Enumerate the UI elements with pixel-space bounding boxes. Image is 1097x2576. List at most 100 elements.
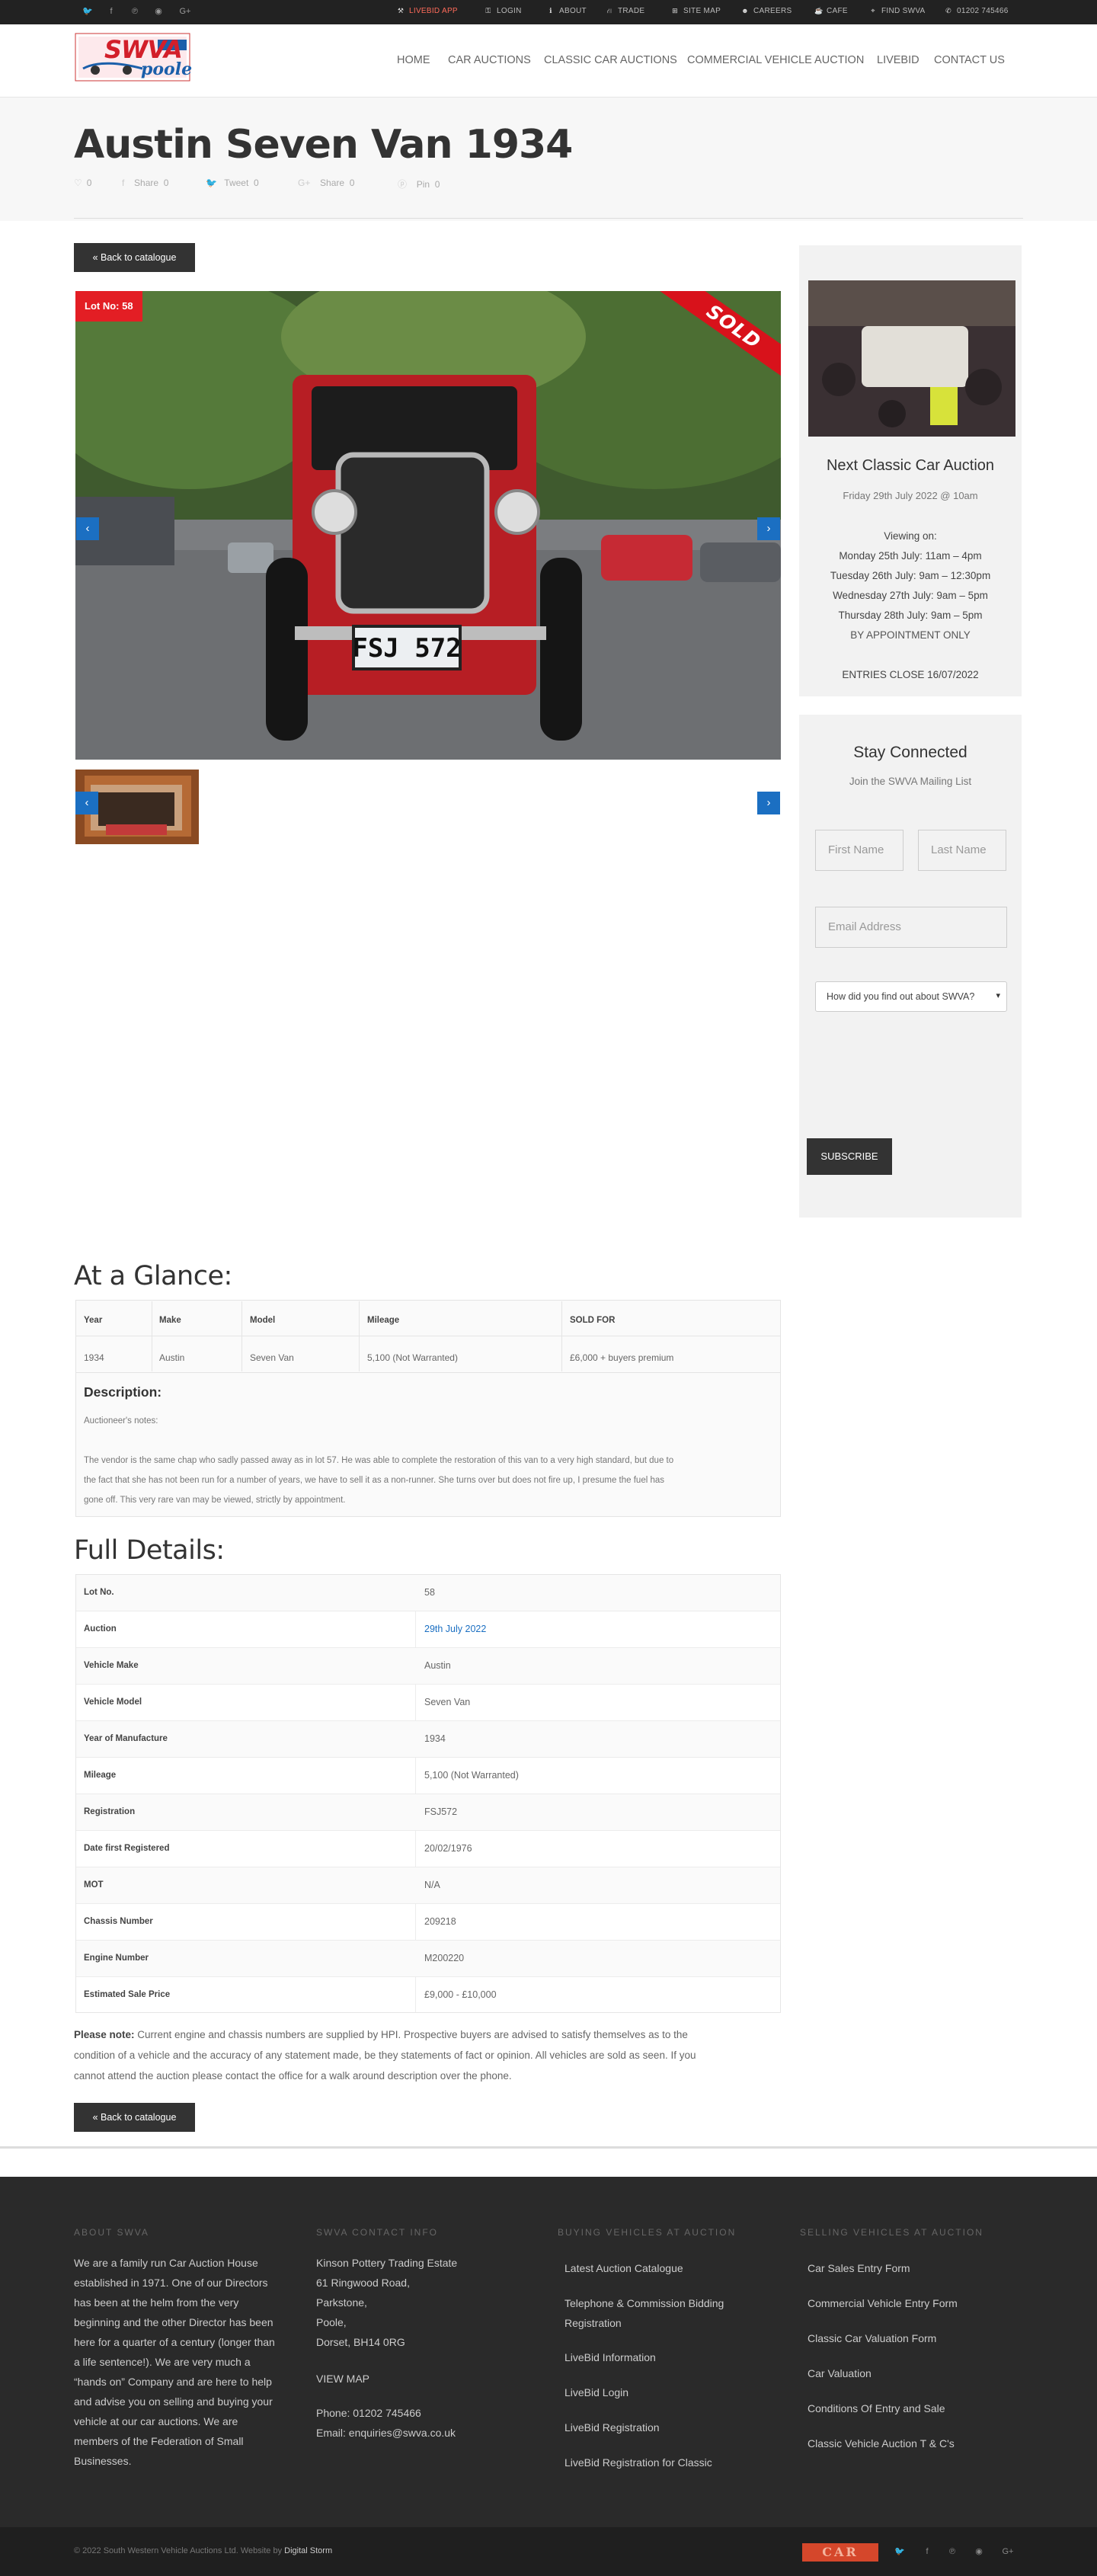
detail-key: Auction xyxy=(84,1624,117,1634)
about-line: vehicle at our car auctions. We are xyxy=(74,2415,238,2427)
footer-buying-title: BUYING VEHICLES AT AUCTION xyxy=(558,2227,737,2238)
top-link-phone[interactable]: ✆ 01202 745466 xyxy=(945,7,1009,15)
subscribe-button[interactable]: SUBSCRIBE xyxy=(807,1138,892,1175)
footer-bottom-bar: © 2022 South Western Vehicle Auctions Lt… xyxy=(0,2527,1097,2576)
table-row: MOT N/A xyxy=(76,1867,780,1904)
about-line: “hands on” Company and are here to help xyxy=(74,2376,272,2388)
detail-key: Chassis Number xyxy=(84,1917,153,1926)
top-link-careers[interactable]: ☻ CAREERS xyxy=(741,7,792,15)
detail-key: Mileage xyxy=(84,1771,117,1780)
nav-livebid[interactable]: LIVEBID xyxy=(877,54,919,66)
back-to-catalogue-button-bottom[interactable]: « Back to catalogue xyxy=(74,2103,195,2132)
registration-plate: FSJ 572 xyxy=(352,633,461,664)
footer-link-commercial-entry[interactable]: Commercial Vehicle Entry Form xyxy=(808,2297,958,2309)
nav-classic-car-auctions[interactable]: CLASSIC CAR AUCTIONS xyxy=(544,54,677,66)
thumbnails-prev-button[interactable]: ‹ xyxy=(75,792,98,814)
googleplus-icon[interactable]: G+ xyxy=(1000,2546,1015,2557)
entries-close: ENTRIES CLOSE 16/07/2022 xyxy=(842,669,979,680)
about-line: Businesses. xyxy=(74,2455,132,2467)
footer-link-telephone-bidding[interactable]: Telephone & Commission Bidding xyxy=(564,2297,724,2309)
table-row: Chassis Number 209218 xyxy=(76,1904,780,1941)
tweet-button[interactable]: 🐦 Tweet 0 xyxy=(206,178,259,188)
glance-header-mileage: Mileage xyxy=(367,1316,400,1325)
top-link-trade[interactable]: ⛙ TRADE xyxy=(606,7,644,15)
footer-link-livebid-info[interactable]: LiveBid Information xyxy=(564,2351,656,2363)
first-name-input[interactable]: First Name xyxy=(815,830,904,871)
gallery-next-button[interactable]: › xyxy=(757,517,780,540)
site-footer: ABOUT SWVA We are a family run Car Aucti… xyxy=(0,2177,1097,2536)
top-link-site-map[interactable]: ⊞ SITE MAP xyxy=(671,7,721,15)
stay-connected-subtitle: Join the SWVA Mailing List xyxy=(849,776,972,787)
viewing-day: Wednesday 27th July: 9am – 5pm xyxy=(833,590,988,601)
address-line: Poole, xyxy=(316,2316,347,2328)
footer-link-latest-catalogue[interactable]: Latest Auction Catalogue xyxy=(564,2262,683,2274)
like-button[interactable]: ♡ 0 xyxy=(74,178,91,188)
glance-header-make: Make xyxy=(159,1316,181,1325)
table-row: Vehicle Make Austin xyxy=(76,1648,780,1685)
auction-date-link[interactable]: 29th July 2022 xyxy=(424,1624,486,1634)
at-a-glance-heading: At a Glance: xyxy=(74,1261,232,1291)
vehicle-image-gallery[interactable]: FSJ 572 SOLD Lot No: 58 ‹ › xyxy=(75,291,781,760)
back-to-catalogue-button[interactable]: « Back to catalogue xyxy=(74,243,195,272)
view-map-link[interactable]: VIEW MAP xyxy=(316,2373,369,2385)
rss-icon[interactable]: ◉ xyxy=(974,2546,984,2557)
top-link-cafe[interactable]: ☕ CAFE xyxy=(814,7,848,15)
twitter-icon[interactable]: 🐦 xyxy=(894,2546,905,2557)
facebook-icon[interactable]: f xyxy=(922,2546,932,2557)
twitter-icon[interactable]: 🐦 xyxy=(82,6,93,17)
glance-model: Seven Van xyxy=(250,1352,294,1363)
detail-value: N/A xyxy=(424,1880,440,1890)
footer-link-livebid-registration[interactable]: LiveBid Registration xyxy=(564,2421,660,2434)
description-title: Description: xyxy=(84,1384,162,1400)
at-a-glance-table: Year Make Model Mileage SOLD FOR 1934 Au… xyxy=(75,1300,781,1517)
pinterest-icon[interactable]: ℗ xyxy=(947,2546,958,2557)
footer-link-livebid-login[interactable]: LiveBid Login xyxy=(564,2386,628,2398)
appointment-note: BY APPOINTMENT ONLY xyxy=(850,629,971,641)
email-input[interactable]: Email Address xyxy=(815,907,1007,948)
designer-link[interactable]: Digital Storm xyxy=(284,2546,332,2555)
table-row: Date first Registered 20/02/1976 xyxy=(76,1831,780,1867)
disclaimer-line: cannot attend the auction please contact… xyxy=(74,2070,512,2082)
footer-link-telephone-bidding-cont[interactable]: Registration xyxy=(564,2317,622,2329)
nav-car-auctions[interactable]: CAR AUCTIONS xyxy=(448,54,531,66)
footer-link-conditions[interactable]: Conditions Of Entry and Sale xyxy=(808,2402,945,2414)
facebook-share-button[interactable]: f Share 0 xyxy=(122,178,168,188)
thumbnails-next-button[interactable]: › xyxy=(757,792,780,814)
address-line: Parkstone, xyxy=(316,2296,367,2309)
referral-select[interactable]: How did you find out about SWVA? ▾ xyxy=(815,981,1007,1012)
hammer-icon: ⚒ xyxy=(397,7,405,14)
footer-link-livebid-registration-classic[interactable]: LiveBid Registration for Classic xyxy=(564,2456,712,2469)
description-line: the fact that she has not been run for a… xyxy=(84,1476,665,1485)
top-link-find-swva[interactable]: ⌖ FIND SWVA xyxy=(869,7,926,15)
top-link-login[interactable]: ⚿ LOGIN xyxy=(485,7,522,15)
facebook-icon[interactable]: f xyxy=(106,6,117,17)
car-badge[interactable]: CAR xyxy=(802,2543,878,2562)
auctioneer-notes-label: Auctioneer's notes: xyxy=(84,1416,158,1426)
page-title: Austin Seven Van 1934 xyxy=(74,122,573,168)
top-link-about[interactable]: ℹ ABOUT xyxy=(547,7,587,15)
nav-contact-us[interactable]: CONTACT US xyxy=(934,54,1005,66)
referral-select-value: How did you find out about SWVA? xyxy=(827,991,975,1002)
footer-link-car-valuation[interactable]: Car Valuation xyxy=(808,2367,872,2379)
nav-home[interactable]: HOME xyxy=(397,54,430,66)
users-icon: ☻ xyxy=(741,7,749,14)
footer-link-classic-tcs[interactable]: Classic Vehicle Auction T & C's xyxy=(808,2437,955,2450)
glance-year: 1934 xyxy=(84,1352,104,1363)
footer-email-link[interactable]: Email: enquiries@swva.co.uk xyxy=(316,2427,456,2439)
detail-value: 209218 xyxy=(424,1916,456,1927)
about-line: members of the Federation of Small xyxy=(74,2435,244,2447)
googleplus-share-button[interactable]: G+ Share 0 xyxy=(298,178,354,188)
footer-link-car-sales-entry[interactable]: Car Sales Entry Form xyxy=(808,2262,910,2274)
googleplus-icon[interactable]: G+ xyxy=(178,6,193,17)
table-row: Vehicle Model Seven Van xyxy=(76,1685,780,1721)
pin-button[interactable]: ⓟ Pin 0 xyxy=(398,178,440,190)
gallery-prev-button[interactable]: ‹ xyxy=(76,517,99,540)
nav-commercial-vehicle-auction[interactable]: COMMERCIAL VEHICLE AUCTION xyxy=(687,54,864,66)
footer-link-classic-valuation[interactable]: Classic Car Valuation Form xyxy=(808,2332,936,2344)
detail-value: Seven Van xyxy=(424,1697,471,1707)
last-name-input[interactable]: Last Name xyxy=(918,830,1006,871)
rss-icon[interactable]: ◉ xyxy=(153,6,164,17)
top-link-livebid-app[interactable]: ⚒ LIVEBID APP xyxy=(397,7,458,15)
pinterest-icon[interactable]: ℗ xyxy=(130,6,140,17)
swva-logo[interactable]: SWVA poole xyxy=(74,30,193,84)
